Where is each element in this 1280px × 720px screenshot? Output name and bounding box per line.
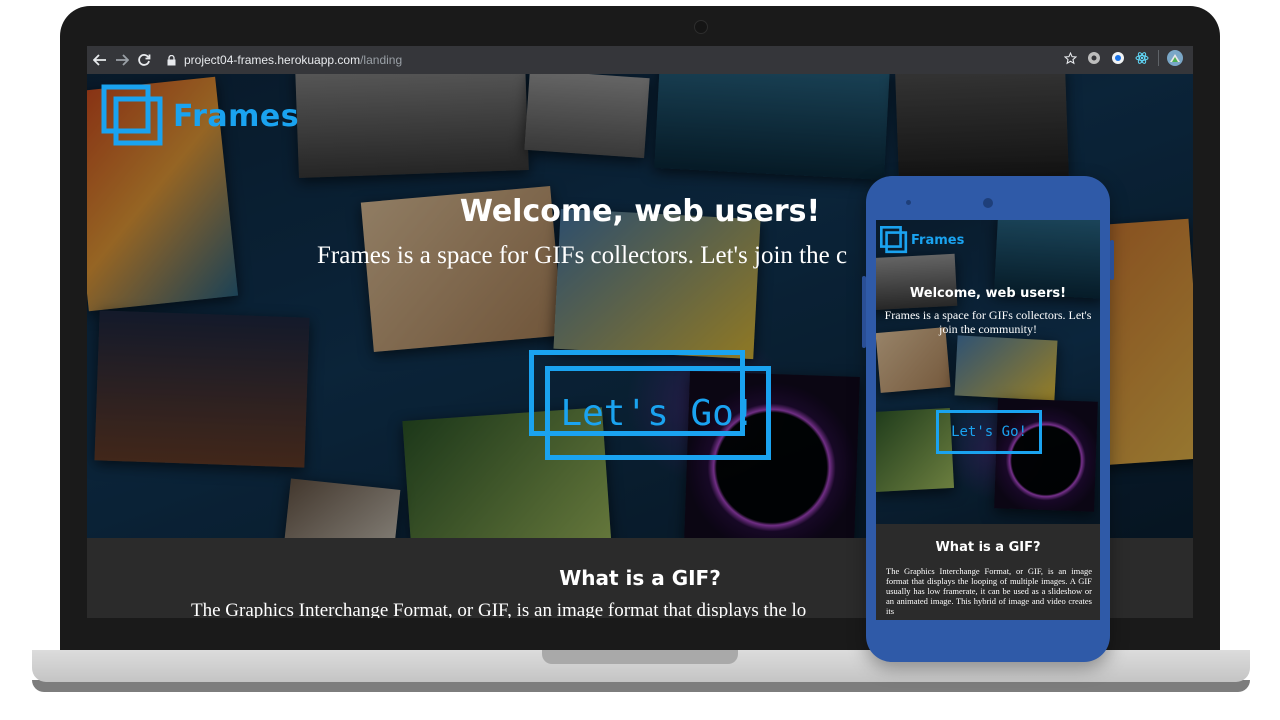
- toolbar-actions: [1062, 50, 1183, 66]
- phone-info-title: What is a GIF?: [935, 540, 1041, 555]
- phone-screen: Frames Welcome, web users! Frames is a s…: [876, 220, 1100, 620]
- phone-lets-go-button[interactable]: Let's Go!: [936, 410, 1042, 454]
- phone-mockup: Frames Welcome, web users! Frames is a s…: [862, 176, 1114, 662]
- phone-hero-title: Welcome, web users!: [909, 286, 1067, 301]
- frames-logo-icon: [101, 84, 163, 146]
- phone-side-button: [1110, 240, 1114, 280]
- phone-sensor: [906, 200, 911, 205]
- phone-info-body: The Graphics Interchange Format, or GIF,…: [886, 566, 1092, 616]
- phone-hero-section: Frames Welcome, web users! Frames is a s…: [876, 220, 1100, 524]
- lock-icon[interactable]: [167, 54, 176, 66]
- react-icon[interactable]: [1134, 50, 1150, 66]
- forward-arrow-icon[interactable]: [113, 50, 131, 70]
- star-icon[interactable]: [1062, 50, 1078, 66]
- phone-brand-name: Frames: [911, 232, 965, 248]
- profile-avatar-icon[interactable]: [1167, 50, 1183, 66]
- lets-go-button[interactable]: Let's Go!: [545, 366, 771, 460]
- back-arrow-icon[interactable]: [91, 50, 109, 70]
- toolbar-divider: [1158, 50, 1159, 66]
- phone-side-button: [862, 276, 866, 348]
- phone-site-logo[interactable]: Frames: [880, 226, 964, 254]
- url-path: /landing: [360, 53, 403, 67]
- reload-icon[interactable]: [135, 50, 153, 70]
- laptop-notch: [542, 650, 738, 664]
- extension-icon[interactable]: [1086, 50, 1102, 66]
- browser-toolbar: project04-frames.herokuapp.com/landing: [87, 46, 1193, 74]
- lets-go-cta: Let's Go!: [529, 350, 771, 460]
- phone-camera-icon: [983, 198, 993, 208]
- url-host: project04-frames.herokuapp.com: [184, 53, 361, 67]
- phone-hero-dim-overlay: [876, 220, 1100, 524]
- hero-subtitle: Frames is a space for GIFs collectors. L…: [317, 242, 848, 269]
- address-bar[interactable]: project04-frames.herokuapp.com/landing: [184, 53, 402, 67]
- info-body: The Graphics Interchange Format, or GIF,…: [191, 600, 807, 618]
- site-logo[interactable]: Frames: [101, 84, 299, 148]
- site-brand-name: Frames: [173, 98, 300, 134]
- webcam-icon: [694, 20, 708, 34]
- phone-hero-subtitle: Frames is a space for GIFs collectors. L…: [884, 308, 1092, 336]
- extension-icon[interactable]: [1110, 50, 1126, 66]
- phone-info-section: What is a GIF? The Graphics Interchange …: [876, 524, 1100, 620]
- frames-logo-icon: [880, 226, 908, 254]
